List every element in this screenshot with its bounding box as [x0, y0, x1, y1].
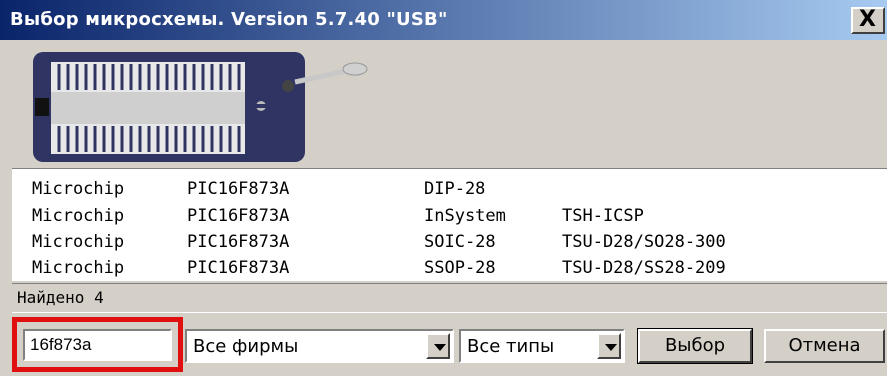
adapter-cell: TSH-ICSP [562, 206, 644, 226]
package-cell: SOIC-28 [424, 232, 496, 252]
title-bar[interactable]: Выбор микросхемы. Version 5.7.40 "USB" X [0, 0, 887, 40]
chip-cell: PIC16F873A [187, 206, 290, 226]
type-select-value: Все типы [467, 336, 555, 357]
chevron-down-icon[interactable] [426, 333, 450, 359]
close-icon: X [859, 7, 876, 32]
chevron-down-icon[interactable] [597, 333, 621, 359]
vendor-select-value: Все фирмы [193, 336, 299, 357]
maker-cell: Microchip [32, 258, 125, 278]
device-list[interactable]: Microchip PIC16F873A DIP-28 Microchip PI… [12, 168, 887, 281]
close-button[interactable]: X [851, 7, 885, 34]
list-item[interactable]: Microchip PIC16F873A SOIC-28 TSU-D28/SO2… [12, 228, 887, 256]
zif-socket-programmer-icon [33, 52, 368, 162]
maker-cell: Microchip [32, 206, 125, 226]
cancel-button[interactable]: Отмена [764, 329, 885, 363]
adapter-cell: TSU-D28/SO28-300 [562, 232, 726, 252]
maker-cell: Microchip [32, 179, 125, 199]
window-title: Выбор микросхемы. Version 5.7.40 "USB" [10, 9, 448, 30]
vendor-select[interactable]: Все фирмы [185, 329, 454, 363]
maker-cell: Microchip [32, 232, 125, 252]
list-item[interactable]: Microchip PIC16F873A DIP-28 [12, 175, 887, 203]
package-cell: DIP-28 [424, 179, 486, 199]
package-cell: SSOP-28 [424, 258, 496, 278]
list-item[interactable]: Microchip PIC16F873A SSOP-28 TSU-D28/SS2… [12, 254, 887, 282]
chip-cell: PIC16F873A [187, 258, 290, 278]
select-button[interactable]: Выбор [637, 328, 753, 364]
found-count-text: Найдено 4 [17, 288, 104, 307]
chip-select-dialog: Выбор микросхемы. Version 5.7.40 "USB" X… [0, 0, 887, 376]
type-select[interactable]: Все типы [459, 329, 625, 363]
filter-toolbar: Все фирмы Все типы Выбор Отмена [12, 314, 887, 376]
list-item[interactable]: Microchip PIC16F873A InSystem TSH-ICSP [12, 202, 887, 230]
package-cell: InSystem [424, 206, 506, 226]
status-bar: Найдено 4 [12, 283, 887, 313]
chip-cell: PIC16F873A [187, 232, 290, 252]
programmer-image-panel [12, 42, 887, 166]
search-input[interactable] [23, 329, 172, 361]
chip-cell: PIC16F873A [187, 179, 290, 199]
adapter-cell: TSU-D28/SS28-209 [562, 258, 726, 278]
